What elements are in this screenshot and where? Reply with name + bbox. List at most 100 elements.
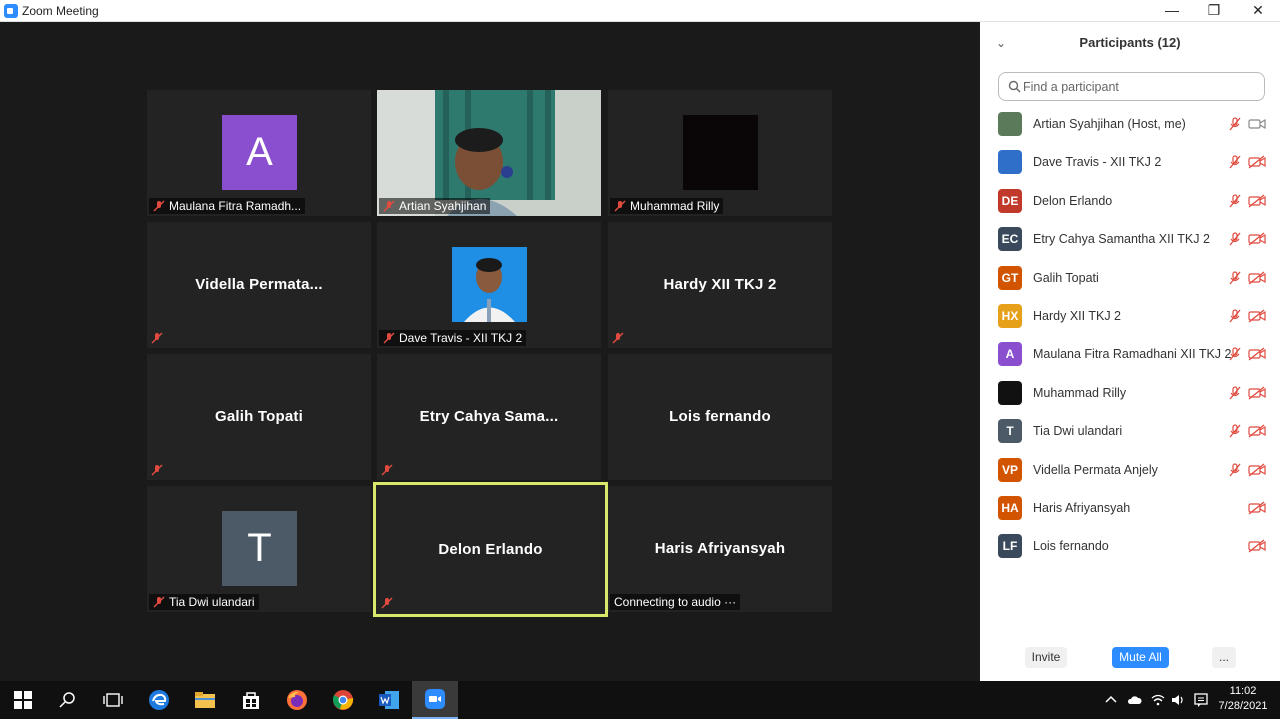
volume-icon[interactable] — [1170, 692, 1186, 708]
firefox-taskbar-button[interactable] — [274, 681, 320, 719]
mic-muted-icon[interactable] — [1228, 462, 1242, 477]
participant-name: Dave Travis - XII TKJ 2 — [1033, 155, 1162, 170]
video-off-icon[interactable] — [1248, 424, 1266, 438]
mic-muted-icon — [612, 332, 624, 344]
mic-muted-icon[interactable] — [1228, 270, 1242, 285]
more-options-button[interactable]: ... — [1212, 647, 1236, 668]
participant-avatar: DE — [998, 188, 1022, 213]
search-input[interactable] — [1023, 77, 1253, 97]
mic-muted-icon — [614, 200, 626, 212]
video-off-icon[interactable] — [1248, 194, 1266, 208]
video-off-icon[interactable] — [1248, 501, 1266, 515]
video-off-icon[interactable] — [1248, 463, 1266, 477]
participant-name: Haris Afriyansyah — [654, 540, 786, 557]
notification-icon[interactable] — [1193, 692, 1209, 708]
file-explorer-taskbar-button[interactable] — [182, 681, 228, 719]
participant-name: Artian Syahjihan (Host, me) — [1033, 117, 1186, 131]
participant-avatar: LF — [998, 534, 1022, 559]
mic-muted-icon — [383, 332, 395, 344]
mic-muted-icon[interactable] — [1228, 232, 1242, 246]
clock-date: 7/28/2021 — [1218, 700, 1268, 712]
clock-time: 11:02 — [1229, 685, 1257, 697]
mic-muted-icon[interactable] — [1228, 309, 1242, 323]
video-tile[interactable]: A Maulana Fitra Ramadh... — [147, 90, 371, 216]
zoom-app-icon — [4, 4, 18, 18]
participant-row[interactable]: Dave Travis - XII TKJ 2 — [980, 143, 1280, 181]
participant-row[interactable]: GT Galih Topati — [980, 259, 1280, 297]
participants-panel: ⌄ Participants (12) Artian Syahjihan (Ho… — [980, 22, 1280, 681]
search-taskbar-button[interactable] — [45, 681, 91, 719]
participant-row[interactable]: EC Etry Cahya Samantha XII TKJ 2 — [980, 220, 1280, 258]
participant-row[interactable]: LF Lois fernando — [980, 527, 1280, 565]
audio-status-label: Connecting to audio ··· — [610, 594, 741, 610]
video-gallery: A Maulana Fitra Ramadh... Artian Syahjih… — [0, 22, 980, 681]
chevron-up-icon[interactable] — [1103, 692, 1119, 708]
edge-icon — [149, 690, 169, 710]
mic-muted-icon[interactable] — [1228, 155, 1242, 169]
participant-row[interactable]: HA Haris Afriyansyah — [980, 489, 1280, 527]
participant-label: Dave Travis - XII TKJ 2 — [379, 330, 527, 346]
video-off-icon[interactable] — [1248, 386, 1266, 400]
participant-row[interactable]: VP Vidella Permata Anjely — [980, 451, 1280, 489]
video-tile[interactable]: Artian Syahjihan — [377, 90, 601, 216]
participant-avatar: T — [998, 419, 1022, 444]
edge-taskbar-button[interactable] — [136, 681, 182, 719]
participant-row[interactable]: A Maulana Fitra Ramadhani XII TKJ 2 — [980, 335, 1280, 373]
mic-muted-icon[interactable] — [1228, 386, 1242, 400]
participant-row[interactable]: Artian Syahjihan (Host, me) — [980, 105, 1280, 143]
participant-avatar: GT — [998, 265, 1022, 290]
video-tile[interactable]: Haris Afriyansyah Connecting to audio ··… — [608, 486, 832, 612]
windows-taskbar: 11:02 7/28/2021 — [0, 681, 1280, 719]
video-off-icon[interactable] — [1248, 155, 1266, 169]
mic-muted-icon[interactable] — [1228, 424, 1242, 438]
participant-row[interactable]: DE Delon Erlando — [980, 182, 1280, 220]
video-off-icon[interactable] — [1248, 309, 1266, 323]
video-on-icon[interactable] — [1248, 117, 1266, 131]
video-tile[interactable]: Lois fernando — [608, 354, 832, 480]
zoom-taskbar-button[interactable] — [412, 681, 458, 719]
video-off-icon[interactable] — [1248, 347, 1266, 361]
minimize-button[interactable]: — — [1150, 0, 1194, 22]
video-tile[interactable]: T Tia Dwi ulandari — [147, 486, 371, 612]
task-view-button[interactable] — [90, 681, 136, 719]
video-tile[interactable]: Dave Travis - XII TKJ 2 — [377, 222, 601, 348]
video-tile[interactable]: Muhammad Rilly — [608, 90, 832, 216]
store-taskbar-button[interactable] — [228, 681, 274, 719]
avatar — [683, 115, 758, 190]
video-tile[interactable]: Hardy XII TKJ 2 — [608, 222, 832, 348]
chrome-icon — [332, 690, 354, 710]
participant-name: Hardy XII TKJ 2 — [1033, 308, 1121, 323]
mic-muted-icon[interactable] — [1228, 347, 1242, 361]
participant-row[interactable]: T Tia Dwi ulandari — [980, 412, 1280, 450]
cloud-icon[interactable] — [1126, 692, 1142, 708]
word-taskbar-button[interactable] — [366, 681, 412, 719]
chrome-taskbar-button[interactable] — [320, 681, 366, 719]
video-tile[interactable]: Etry Cahya Sama... — [377, 354, 601, 480]
participant-row[interactable]: HX Hardy XII TKJ 2 — [980, 297, 1280, 335]
mic-muted-icon[interactable] — [1228, 194, 1242, 208]
video-off-icon[interactable] — [1248, 271, 1266, 285]
video-tile[interactable]: Vidella Permata... — [147, 222, 371, 348]
panel-title: Participants (12) — [1079, 35, 1181, 50]
mic-muted-icon — [383, 200, 395, 212]
mic-muted-icon[interactable] — [1228, 117, 1242, 131]
wifi-icon[interactable] — [1150, 692, 1166, 708]
mute-all-button[interactable]: Mute All — [1112, 647, 1169, 668]
participant-name: Hardy XII TKJ 2 — [663, 276, 777, 293]
participant-search — [998, 72, 1265, 101]
participant-row[interactable]: Muhammad Rilly — [980, 374, 1280, 412]
participant-avatar — [998, 380, 1022, 405]
maximize-button[interactable]: ❐ — [1192, 0, 1236, 22]
video-off-icon[interactable] — [1248, 539, 1266, 553]
participant-name: Vidella Permata Anjely — [1033, 462, 1158, 477]
start-button[interactable] — [0, 681, 46, 719]
invite-button[interactable]: Invite — [1025, 647, 1067, 668]
video-off-icon[interactable] — [1248, 232, 1266, 246]
close-window-button[interactable]: ✕ — [1236, 0, 1280, 22]
video-tile[interactable]: Galih Topati — [147, 354, 371, 480]
active-speaker-tile[interactable]: Delon Erlando — [373, 482, 608, 617]
taskbar-clock[interactable]: 11:02 7/28/2021 — [1212, 684, 1274, 714]
participant-avatar: A — [998, 342, 1022, 367]
avatar: T — [222, 511, 297, 586]
store-icon — [243, 692, 259, 709]
